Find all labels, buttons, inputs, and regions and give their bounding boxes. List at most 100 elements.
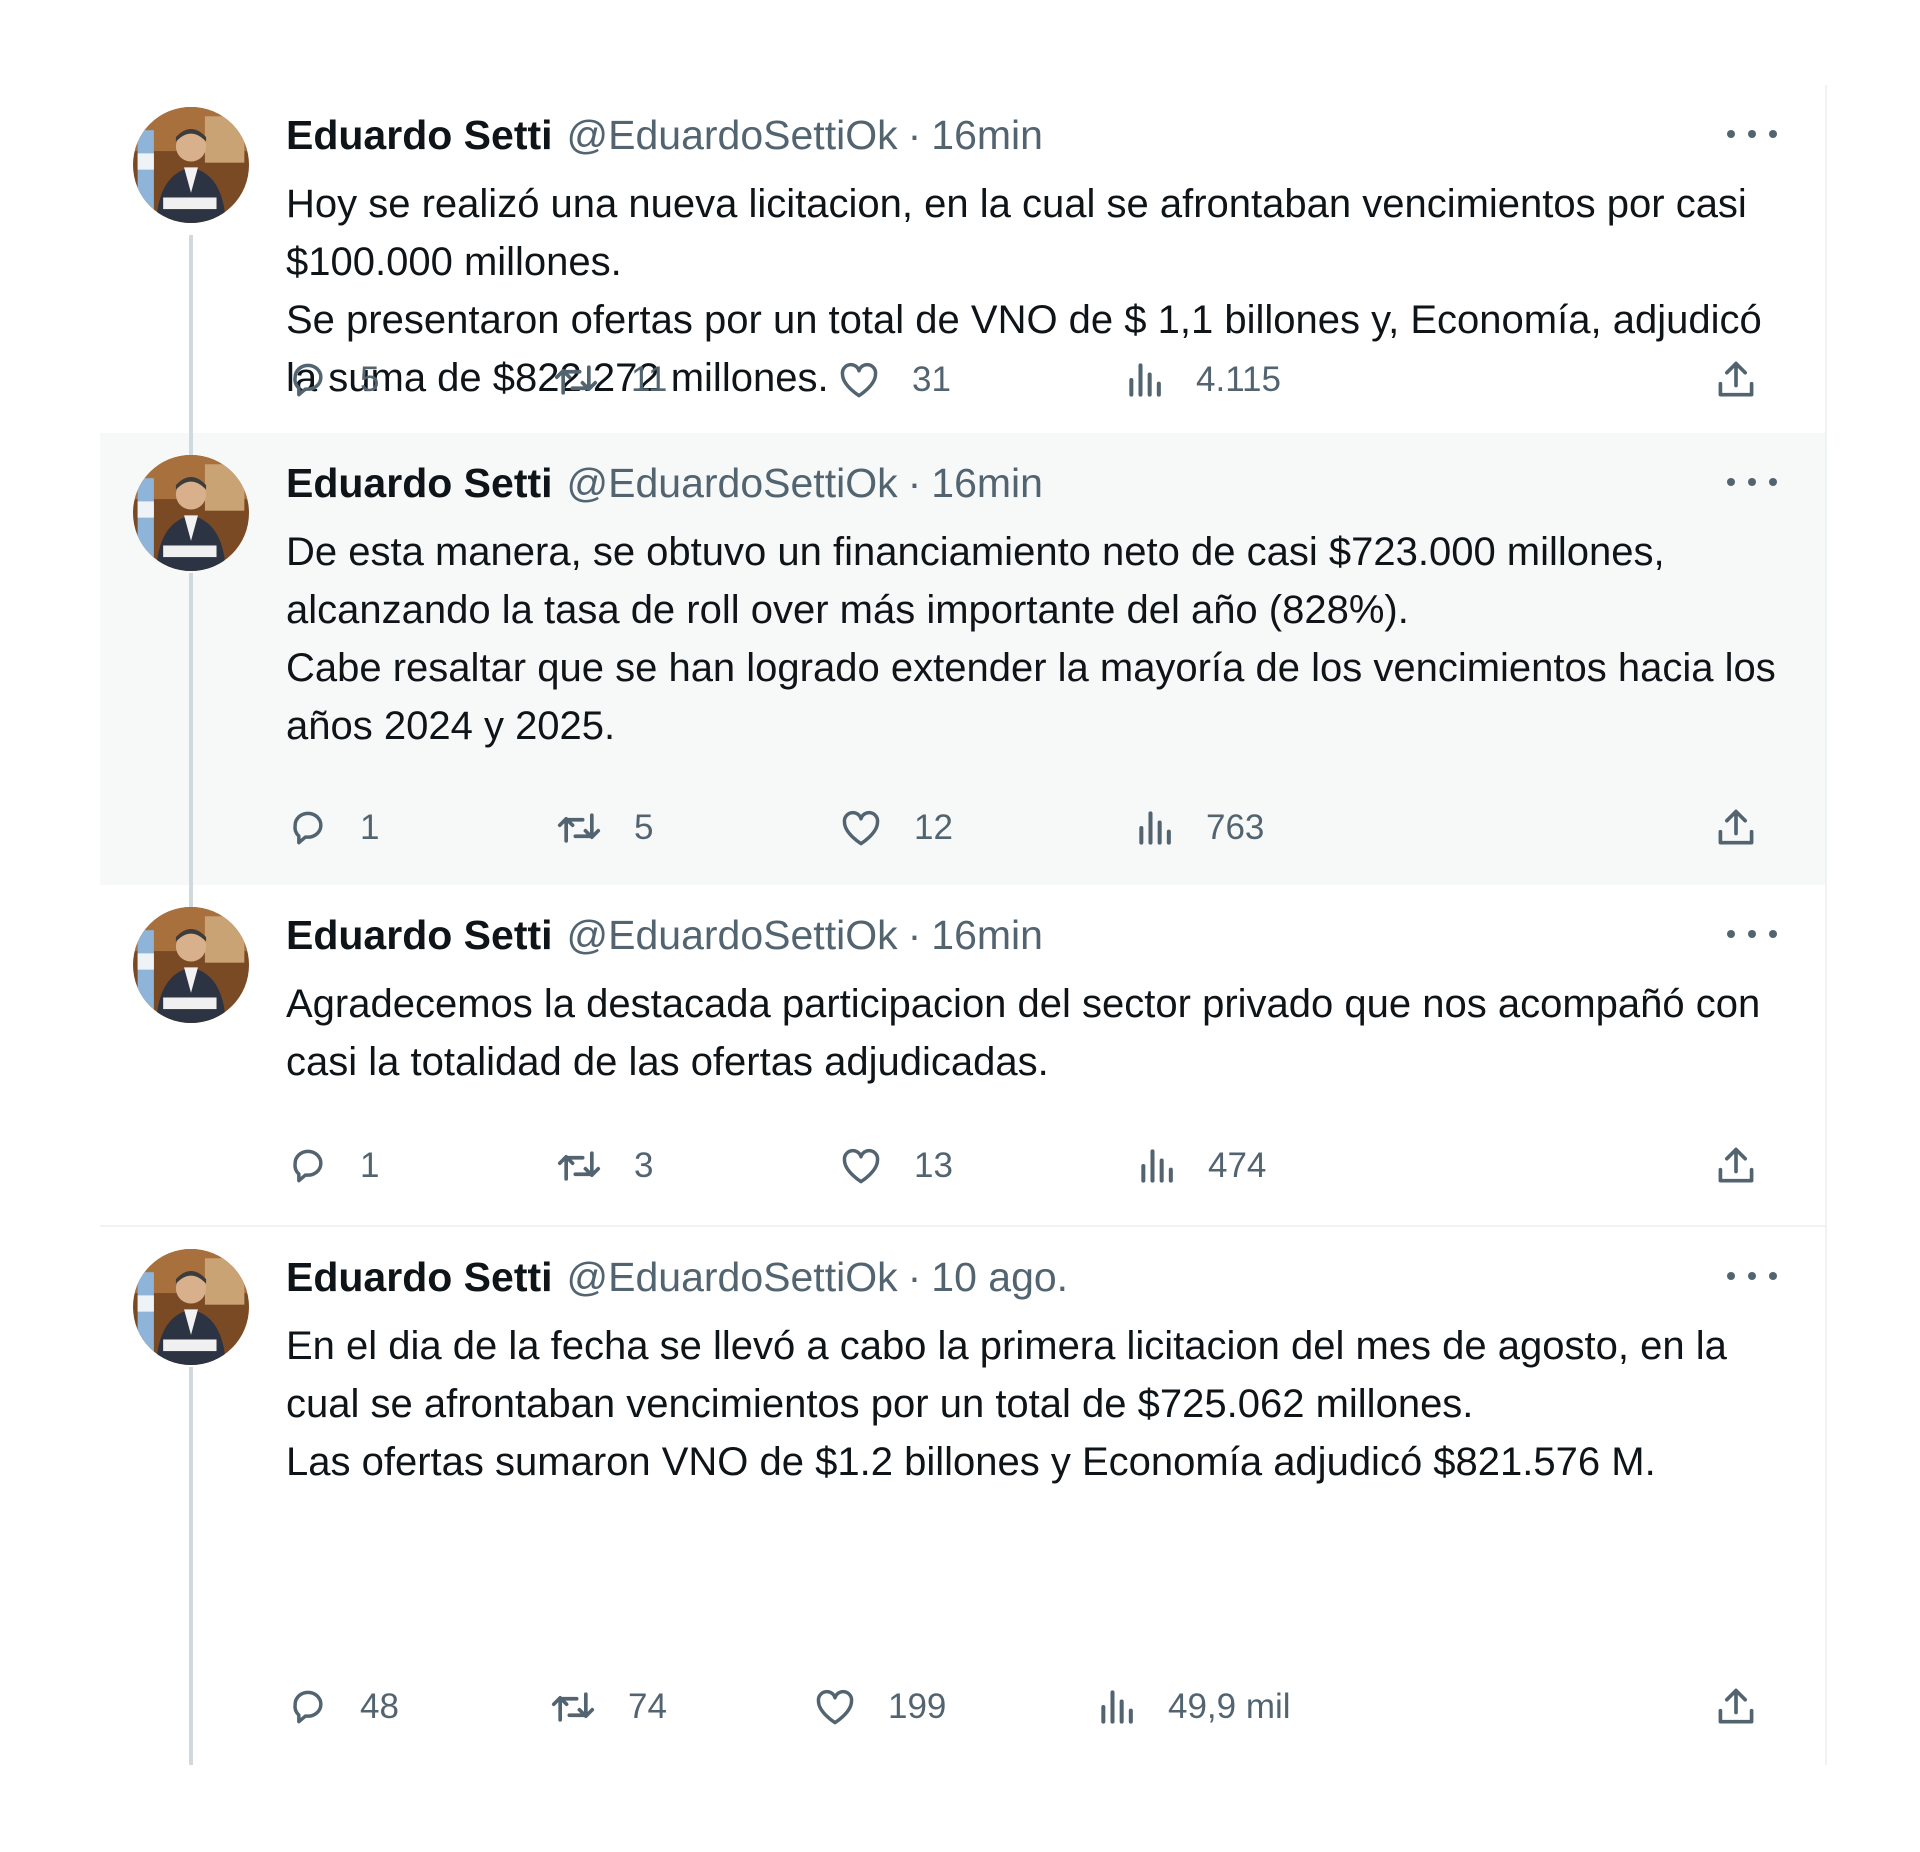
reply-button[interactable]: 1 [286, 798, 379, 858]
share-icon [1718, 1688, 1754, 1724]
thread-line [189, 1367, 193, 1765]
like-button[interactable]: 199 [812, 1677, 946, 1737]
reply-icon [293, 1149, 323, 1183]
views-count: 474 [1208, 1146, 1267, 1185]
more-options-button[interactable] [1727, 467, 1777, 497]
avatar[interactable] [133, 1249, 249, 1365]
tweet[interactable]: Eduardo Setti @EduardoSettiOk · 16min Ho… [100, 85, 1825, 433]
retweet-count: 11 [631, 360, 668, 399]
avatar[interactable] [133, 107, 249, 223]
retweet-icon [554, 365, 598, 395]
tweet[interactable]: Eduardo Setti @EduardoSettiOk · 10 ago. … [100, 1227, 1825, 1765]
views-button[interactable]: 4.115 [1126, 350, 1281, 410]
like-button[interactable]: 13 [838, 1136, 953, 1196]
retweet-button[interactable]: 5 [554, 798, 653, 858]
like-count: 13 [914, 1146, 953, 1185]
share-button[interactable] [1714, 350, 1758, 410]
retweet-button[interactable]: 3 [554, 1136, 653, 1196]
retweet-count: 3 [634, 1146, 654, 1185]
reply-icon [293, 1690, 323, 1724]
tweet-header: Eduardo Setti @EduardoSettiOk · 16min [286, 907, 1043, 963]
like-button[interactable]: 31 [836, 350, 951, 410]
thread-line [189, 573, 193, 885]
tweet-time[interactable]: 16min [931, 912, 1043, 959]
share-icon [1718, 361, 1754, 397]
author-name[interactable]: Eduardo Setti [286, 112, 553, 159]
reply-count: 5 [360, 360, 380, 399]
author-handle[interactable]: @EduardoSettiOk [567, 460, 898, 507]
author-name[interactable]: Eduardo Setti [286, 912, 553, 959]
tweet-actions: 5 11 31 4.115 [286, 350, 1776, 410]
thread-line [189, 433, 193, 455]
views-icon [1129, 363, 1161, 397]
like-count: 31 [912, 360, 951, 399]
views-count: 4.115 [1196, 360, 1281, 399]
like-count: 199 [888, 1687, 947, 1726]
tweet-header: Eduardo Setti @EduardoSettiOk · 10 ago. [286, 1249, 1068, 1305]
more-icon [1727, 130, 1735, 138]
share-button[interactable] [1714, 1136, 1758, 1196]
author-handle[interactable]: @EduardoSettiOk [567, 912, 898, 959]
avatar[interactable] [133, 907, 249, 1023]
avatar[interactable] [133, 455, 249, 571]
author-name[interactable]: Eduardo Setti [286, 1254, 553, 1301]
timeline: Eduardo Setti @EduardoSettiOk · 16min Ho… [100, 85, 1827, 1765]
views-button[interactable]: 763 [1136, 798, 1264, 858]
separator-dot: · [907, 1253, 922, 1300]
thread-line [189, 885, 193, 907]
more-options-button[interactable] [1727, 1261, 1777, 1291]
heart-icon [816, 1689, 854, 1725]
heart-icon [840, 362, 878, 398]
more-icon [1769, 478, 1777, 486]
author-handle[interactable]: @EduardoSettiOk [567, 112, 898, 159]
more-icon [1727, 478, 1735, 486]
reply-icon [293, 363, 323, 397]
reply-count: 48 [360, 1687, 399, 1726]
more-icon [1769, 130, 1777, 138]
retweet-button[interactable]: 74 [548, 1677, 667, 1737]
tweet-header: Eduardo Setti @EduardoSettiOk · 16min [286, 455, 1043, 511]
views-icon [1101, 1690, 1133, 1724]
share-button[interactable] [1714, 798, 1758, 858]
retweet-icon [557, 813, 601, 843]
reply-button[interactable]: 48 [286, 1677, 399, 1737]
share-button[interactable] [1714, 1677, 1758, 1737]
author-name[interactable]: Eduardo Setti [286, 460, 553, 507]
tweet-time[interactable]: 10 ago. [931, 1254, 1068, 1301]
thread-line [189, 235, 193, 433]
views-button[interactable]: 49,9 mil [1098, 1677, 1291, 1737]
tweet[interactable]: Eduardo Setti @EduardoSettiOk · 16min Ag… [100, 885, 1825, 1227]
reply-button[interactable]: 1 [286, 1136, 379, 1196]
tweet[interactable]: Eduardo Setti @EduardoSettiOk · 16min De… [100, 433, 1825, 885]
separator-dot: · [907, 111, 922, 158]
more-icon [1748, 930, 1756, 938]
more-options-button[interactable] [1727, 919, 1777, 949]
tweet-text: En el dia de la fecha se llevó a cabo la… [286, 1324, 1727, 1484]
reply-button[interactable]: 5 [286, 350, 379, 410]
tweet-time[interactable]: 16min [931, 460, 1043, 507]
views-button[interactable]: 474 [1138, 1136, 1266, 1196]
views-count: 49,9 mil [1168, 1687, 1291, 1726]
tweet-header: Eduardo Setti @EduardoSettiOk · 16min [286, 107, 1043, 163]
more-icon [1727, 930, 1735, 938]
views-icon [1141, 1149, 1173, 1183]
like-button[interactable]: 12 [838, 798, 953, 858]
retweet-icon [557, 1151, 601, 1181]
author-handle[interactable]: @EduardoSettiOk [567, 1254, 898, 1301]
more-options-button[interactable] [1727, 119, 1777, 149]
retweet-count: 74 [628, 1687, 667, 1726]
views-icon [1139, 811, 1171, 845]
tweet-actions: 1 5 12 763 [286, 798, 1776, 858]
tweet-time[interactable]: 16min [931, 112, 1043, 159]
more-icon [1727, 1272, 1735, 1280]
tweet-actions: 1 3 13 474 [286, 1136, 1776, 1196]
retweet-count: 5 [634, 808, 654, 847]
separator-dot: · [907, 459, 922, 506]
retweet-button[interactable]: 11 [551, 350, 667, 410]
heart-icon [842, 810, 880, 846]
share-icon [1718, 809, 1754, 845]
more-icon [1748, 1272, 1756, 1280]
separator-dot: · [907, 911, 922, 958]
retweet-icon [551, 1692, 595, 1722]
more-icon [1769, 1272, 1777, 1280]
